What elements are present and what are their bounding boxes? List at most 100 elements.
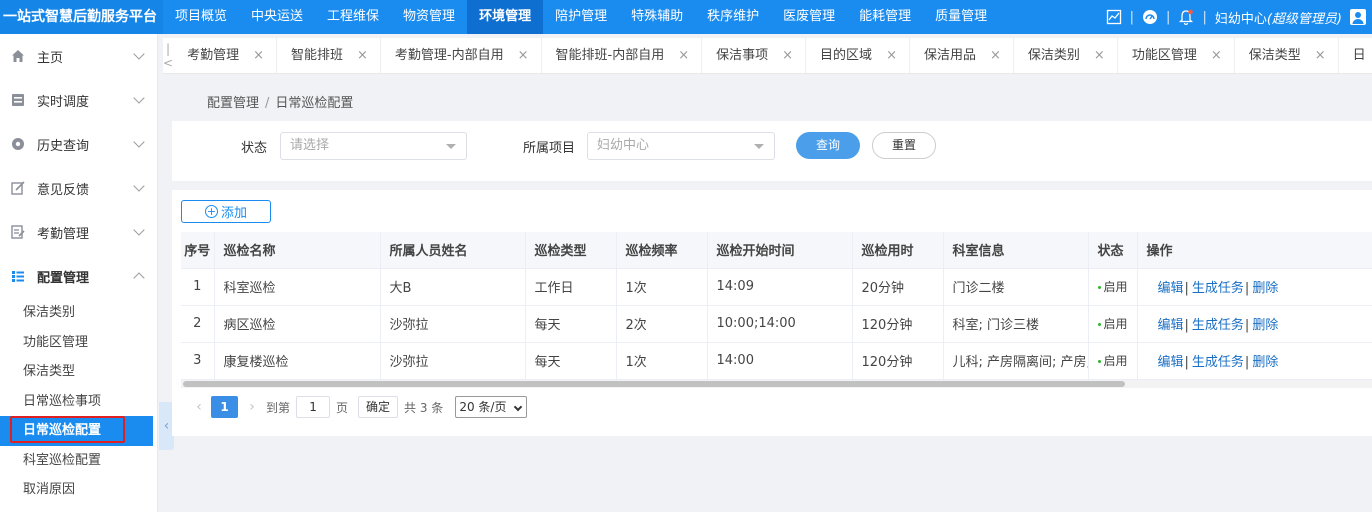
- goto-page-input[interactable]: 1: [296, 396, 331, 418]
- sidebar-subitem[interactable]: 科室巡检配置: [0, 446, 157, 476]
- tab-scroll-left-button[interactable]: |<: [163, 42, 173, 70]
- table-cell: 儿科; 产房隔离间; 产房;: [943, 342, 1089, 380]
- tab-label: 保洁类型: [1248, 47, 1301, 63]
- tab[interactable]: 功能区管理 ×: [1118, 38, 1235, 73]
- sidebar-menu-item[interactable]: 考勤管理: [0, 210, 157, 254]
- tab-bar: |< 考勤管理 × 智能排班 × 考勤管理-内部自用 × 智能排班-内部自用 × 保洁事项 × 目的…: [163, 38, 1372, 74]
- table-cell: 病区巡检: [214, 305, 381, 343]
- column-header: 状态: [1088, 232, 1138, 269]
- sidebar-menu-item[interactable]: 实时调度: [0, 78, 157, 122]
- table-cell: 科室巡检: [214, 268, 381, 306]
- history-icon: [10, 136, 26, 152]
- close-icon[interactable]: ×: [1211, 38, 1222, 73]
- dashboard-icon[interactable]: [1142, 9, 1158, 25]
- delete-link[interactable]: 删除: [1252, 355, 1278, 370]
- toolbar-separator: |: [1202, 9, 1207, 25]
- sidebar-subitem[interactable]: 日常巡检配置: [0, 416, 153, 446]
- total-count: 共 3 条: [404, 400, 444, 415]
- tab-label: 智能排班-内部自用: [555, 47, 665, 63]
- top-nav-item[interactable]: 工程维保: [315, 0, 391, 34]
- status-select-placeholder: 请选择: [290, 138, 330, 153]
- tab[interactable]: 日: [1339, 38, 1372, 73]
- close-icon[interactable]: ×: [518, 38, 529, 73]
- project-select[interactable]: 妇幼中心: [587, 132, 775, 160]
- top-nav-item[interactable]: 质量管理: [923, 0, 999, 34]
- edit-link[interactable]: 编辑: [1158, 355, 1184, 370]
- top-nav-item[interactable]: 中央运送: [239, 0, 315, 34]
- status-select[interactable]: 请选择: [280, 132, 467, 160]
- delete-link[interactable]: 删除: [1252, 281, 1278, 296]
- sidebar-subitem[interactable]: 保洁类型: [0, 357, 157, 387]
- add-button[interactable]: + 添加: [181, 200, 271, 223]
- top-nav-item[interactable]: 项目概览: [163, 0, 239, 34]
- close-icon[interactable]: ×: [1315, 38, 1326, 73]
- sidebar-subitem[interactable]: 保洁类别: [0, 298, 157, 328]
- goto-confirm-button[interactable]: 确定: [358, 396, 399, 418]
- tab[interactable]: 智能排班 ×: [277, 38, 381, 73]
- column-header: 巡检频率: [616, 232, 708, 269]
- table-cell: 工作日: [525, 268, 617, 306]
- tab[interactable]: 保洁事项 ×: [702, 38, 807, 73]
- generate-task-link[interactable]: 生成任务: [1192, 281, 1244, 296]
- tab[interactable]: 智能排班-内部自用 ×: [542, 38, 703, 73]
- close-icon[interactable]: ×: [782, 38, 793, 73]
- tab[interactable]: 保洁类型 ×: [1235, 38, 1339, 73]
- page-number-current[interactable]: 1: [211, 396, 238, 418]
- table-cell: 14:09: [707, 268, 853, 306]
- top-nav-item[interactable]: 特殊辅助: [619, 0, 695, 34]
- sidebar-subitem[interactable]: 日常巡检事项: [0, 387, 157, 417]
- generate-task-link[interactable]: 生成任务: [1192, 355, 1244, 370]
- chevron-down-icon: [133, 136, 145, 148]
- generate-task-link[interactable]: 生成任务: [1192, 318, 1244, 333]
- op-separator: |: [1244, 318, 1250, 333]
- breadcrumb-parent[interactable]: 配置管理: [207, 96, 259, 111]
- tab[interactable]: 目的区域 ×: [806, 38, 910, 73]
- tab[interactable]: 保洁用品 ×: [910, 38, 1014, 73]
- table-cell: 1次: [616, 342, 708, 380]
- sidebar-menu-item[interactable]: 配置管理: [0, 254, 157, 298]
- bell-icon[interactable]: [1178, 9, 1194, 26]
- reset-button[interactable]: 重置: [872, 132, 936, 159]
- edit-link[interactable]: 编辑: [1158, 281, 1184, 296]
- chart-icon[interactable]: [1106, 9, 1122, 25]
- feedback-icon: [10, 180, 26, 196]
- page-size-select[interactable]: 20 条/页: [455, 396, 528, 418]
- sidebar-subitem-label: 功能区管理: [23, 334, 89, 350]
- chevron-down-icon: [514, 402, 523, 412]
- horizontal-scrollbar[interactable]: [181, 380, 1372, 388]
- status-dot-icon: [1097, 360, 1101, 363]
- delete-link[interactable]: 删除: [1252, 318, 1278, 333]
- tab[interactable]: 考勤管理 ×: [173, 38, 277, 73]
- project-select-value: 妇幼中心: [597, 138, 650, 153]
- top-nav-item[interactable]: 陪护管理: [543, 0, 619, 34]
- breadcrumb: 配置管理 / 日常巡检配置: [207, 92, 353, 111]
- top-right-toolbar: | | | 妇幼中心(超级管理员): [1106, 0, 1372, 34]
- prev-page-button[interactable]: ‹: [191, 399, 207, 415]
- scrollbar-thumb[interactable]: [183, 381, 1125, 387]
- tab[interactable]: 保洁类别 ×: [1014, 38, 1118, 73]
- close-icon[interactable]: ×: [886, 38, 897, 73]
- top-nav-item[interactable]: 物资管理: [391, 0, 467, 34]
- top-nav-item[interactable]: 医废管理: [771, 0, 847, 34]
- sidebar-menu-item[interactable]: 历史查询: [0, 122, 157, 166]
- sidebar-subitem[interactable]: 功能区管理: [0, 328, 157, 358]
- top-nav-item[interactable]: 环境管理: [467, 0, 544, 34]
- top-nav-item[interactable]: 秩序维护: [695, 0, 771, 34]
- close-icon[interactable]: ×: [1094, 38, 1105, 73]
- sidebar-subitem[interactable]: 取消原因: [0, 475, 157, 505]
- user-menu[interactable]: 妇幼中心(超级管理员): [1215, 8, 1342, 27]
- close-icon[interactable]: ×: [678, 38, 689, 73]
- next-page-button[interactable]: ›: [244, 399, 260, 415]
- table-cell: 每天: [525, 342, 617, 380]
- edit-link[interactable]: 编辑: [1158, 318, 1184, 333]
- tab[interactable]: 考勤管理-内部自用 ×: [381, 38, 542, 73]
- close-icon[interactable]: ×: [253, 38, 264, 73]
- avatar[interactable]: [1350, 9, 1366, 25]
- ops-cell: 编辑| 生成任务| 删除: [1137, 342, 1372, 380]
- query-button[interactable]: 查询: [796, 132, 860, 159]
- close-icon[interactable]: ×: [990, 38, 1001, 73]
- sidebar-menu-item[interactable]: 主页: [0, 34, 157, 78]
- close-icon[interactable]: ×: [357, 38, 368, 73]
- sidebar-menu-item[interactable]: 意见反馈: [0, 166, 157, 210]
- top-nav-item[interactable]: 能耗管理: [847, 0, 923, 34]
